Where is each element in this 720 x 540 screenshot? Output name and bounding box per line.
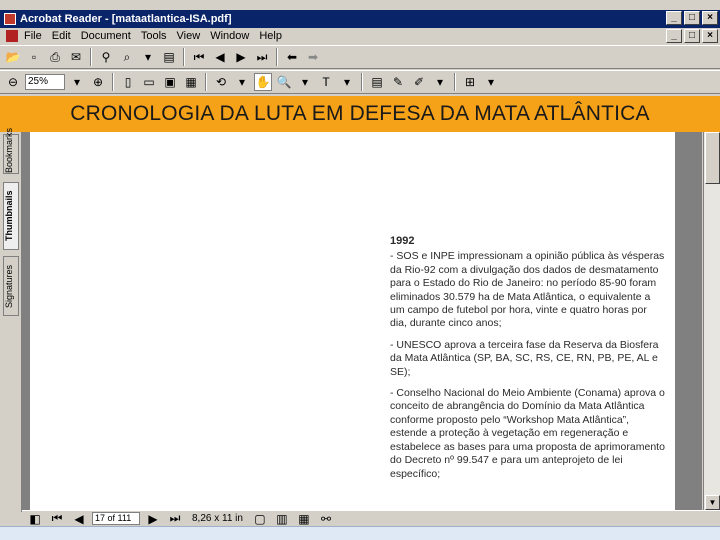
facing-icon[interactable]: ▦ [295, 510, 313, 528]
toolbar-separator [112, 73, 114, 91]
menu-help[interactable]: Help [254, 30, 287, 42]
title-bar: Acrobat Reader - [mataatlantica-ISA.pdf]… [0, 10, 720, 28]
reflow-icon[interactable]: ▦ [182, 73, 200, 91]
toolbar-separator [205, 73, 207, 91]
annotation-dropdown-icon[interactable]: ▾ [431, 73, 449, 91]
menu-edit[interactable]: Edit [47, 30, 76, 42]
paragraph: - UNESCO aprova a terceira fase da Reser… [390, 338, 659, 378]
menu-bar: File Edit Document Tools View Window Hel… [0, 28, 720, 44]
actual-size-icon[interactable]: ▯ [119, 73, 137, 91]
menu-window[interactable]: Window [205, 30, 254, 42]
menu-tools[interactable]: Tools [136, 30, 172, 42]
paragraph: - SOS e INPE impressionam a opinião públ… [390, 250, 665, 330]
minimize-button[interactable]: _ [666, 11, 682, 25]
paragraph: - Conselho Nacional do Meio Ambiente (Co… [390, 387, 665, 480]
zoom-dropdown-icon[interactable]: ▾ [68, 73, 86, 91]
last-page-status-icon[interactable]: ⏭ [166, 510, 184, 528]
window-title: Acrobat Reader - [mataatlantica-ISA.pdf] [20, 13, 232, 25]
toolbar-separator [183, 48, 185, 66]
scrollbar-thumb[interactable] [705, 132, 720, 184]
back-icon[interactable]: ⬅ [283, 48, 301, 66]
first-page-status-icon[interactable]: ⏮ [48, 510, 66, 528]
vertical-scrollbar[interactable]: ▼ [703, 132, 720, 510]
toolbar-separator [276, 48, 278, 66]
status-bar: ◧ ⏮ ◀ 17 of 111 ▶ ⏭ 8,26 x 11 in ▢ ▥ ▦ ⚯ [22, 510, 720, 526]
taskbar-strip [0, 526, 720, 540]
page-layout-icon[interactable]: ▤ [160, 48, 178, 66]
page-number-field[interactable]: 17 of 111 [92, 512, 140, 525]
view-toolbar: ⊖ 25% ▾ ⊕ ▯ ▭ ▣ ▦ ⟲ ▾ ✋ 🔍 ▾ T ▾ ▤ ✎ ✐ ▾ … [0, 70, 720, 94]
toolbar-separator [90, 48, 92, 66]
previous-page-icon[interactable]: ◀ [211, 48, 229, 66]
rotate-icon[interactable]: ⟲ [212, 73, 230, 91]
text-select-icon[interactable]: T [317, 73, 335, 91]
dropdown-icon[interactable]: ▾ [139, 48, 157, 66]
web-dropdown-icon[interactable]: ▾ [482, 73, 500, 91]
search-icon[interactable]: ⌕ [118, 48, 136, 66]
page-content: 1992 - SOS e INPE impressionam a opinião… [390, 235, 665, 489]
tab-signatures[interactable]: Signatures [3, 256, 19, 316]
main-toolbar: 📂 ▫ ⎙ ✉ ⚲ ⌕ ▾ ▤ ⏮ ◀ ▶ ⏭ ⬅ ➡ [0, 45, 720, 69]
scroll-down-icon[interactable]: ▼ [705, 495, 720, 510]
forward-icon[interactable]: ➡ [304, 48, 322, 66]
toolbar-separator [361, 73, 363, 91]
hand-tool-icon[interactable]: ✋ [254, 73, 272, 91]
banner-title: CRONOLOGIA DA LUTA EM DEFESA DA MATA ATL… [70, 102, 650, 125]
toggle-nav-icon[interactable]: ◧ [26, 510, 44, 528]
open-icon[interactable]: 📂 [4, 48, 22, 66]
doc-close-button[interactable]: × [702, 29, 718, 43]
toolbar-separator [454, 73, 456, 91]
restore-button[interactable]: □ [684, 11, 700, 25]
link-icon[interactable]: ⚯ [317, 510, 335, 528]
find-icon[interactable]: ⚲ [97, 48, 115, 66]
slide-banner: CRONOLOGIA DA LUTA EM DEFESA DA MATA ATL… [0, 96, 720, 132]
continuous-icon[interactable]: ▥ [273, 510, 291, 528]
zoom-in-icon[interactable]: ⊕ [89, 73, 107, 91]
save-icon[interactable]: ▫ [25, 48, 43, 66]
zoom-input[interactable]: 25% [25, 74, 65, 90]
menu-document[interactable]: Document [76, 30, 136, 42]
email-icon[interactable]: ✉ [67, 48, 85, 66]
doc-minimize-button[interactable]: _ [666, 29, 682, 43]
next-page-icon[interactable]: ▶ [232, 48, 250, 66]
rotate-dropdown-icon[interactable]: ▾ [233, 73, 251, 91]
page-size: 8,26 x 11 in [192, 513, 243, 524]
navigation-pane-tabs: Bookmarks Thumbnails Signatures [0, 128, 22, 512]
fit-width-icon[interactable]: ▣ [161, 73, 179, 91]
zoom-tool-dropdown-icon[interactable]: ▾ [296, 73, 314, 91]
fit-page-icon[interactable]: ▭ [140, 73, 158, 91]
single-page-icon[interactable]: ▢ [251, 510, 269, 528]
print-icon[interactable]: ⎙ [46, 48, 64, 66]
tab-bookmarks[interactable]: Bookmarks [3, 128, 19, 174]
doc-restore-button[interactable]: □ [684, 29, 700, 43]
acrobat-app-icon [4, 13, 16, 25]
zoom-tool-icon[interactable]: 🔍 [275, 73, 293, 91]
tab-thumbnails[interactable]: Thumbnails [3, 182, 19, 250]
document-icon[interactable] [6, 30, 18, 42]
web-capture-icon[interactable]: ⊞ [461, 73, 479, 91]
menu-file[interactable]: File [22, 30, 47, 42]
zoom-out-icon[interactable]: ⊖ [4, 73, 22, 91]
close-button[interactable]: × [702, 11, 718, 25]
highlight-icon[interactable]: ✐ [410, 73, 428, 91]
next-page-status-icon[interactable]: ▶ [144, 510, 162, 528]
text-select-dropdown-icon[interactable]: ▾ [338, 73, 356, 91]
pencil-icon[interactable]: ✎ [389, 73, 407, 91]
note-icon[interactable]: ▤ [368, 73, 386, 91]
first-page-icon[interactable]: ⏮ [190, 48, 208, 66]
year-heading: 1992 [390, 235, 415, 247]
last-page-icon[interactable]: ⏭ [253, 48, 271, 66]
previous-page-status-icon[interactable]: ◀ [70, 510, 88, 528]
menu-view[interactable]: View [172, 30, 206, 42]
